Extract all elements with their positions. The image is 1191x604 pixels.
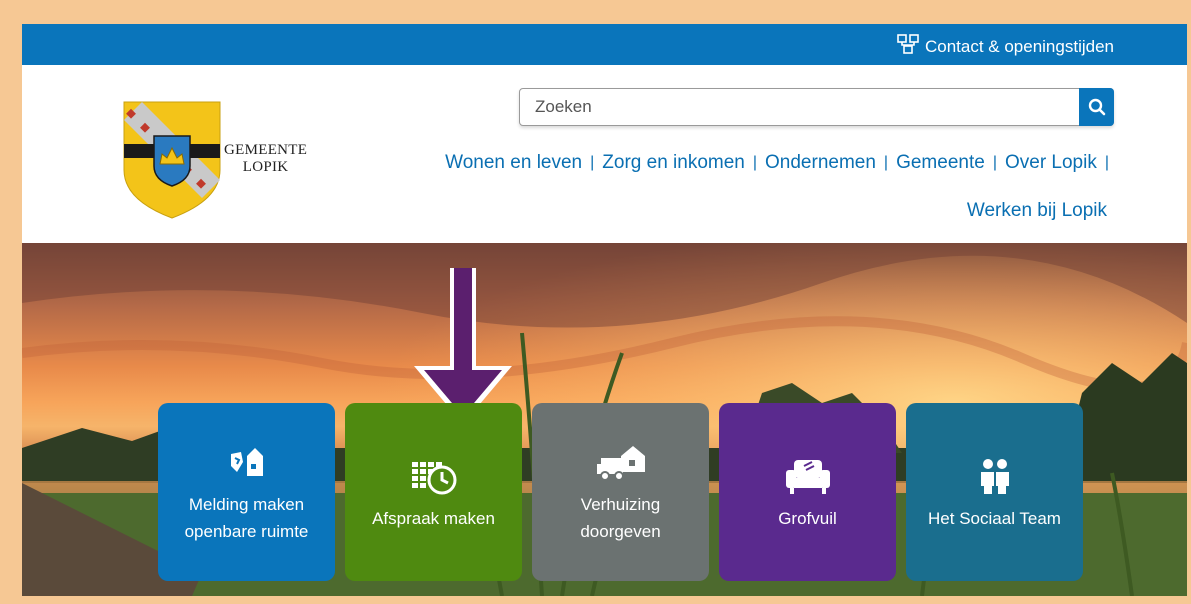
nav-item-ondernemen[interactable]: Ondernemen [765, 152, 876, 174]
logo-line-2: LOPIK [242, 159, 289, 175]
nav-item-werken[interactable]: Werken bij Lopik [967, 200, 1107, 222]
search-input[interactable] [520, 89, 1079, 125]
report-icon [230, 448, 263, 476]
tile-grofvuil[interactable]: Grofvuil [719, 403, 896, 581]
nav-separator: | [1104, 154, 1109, 171]
calendar-clock-icon [411, 461, 456, 494]
logo-line-1: GEMEENTE [224, 142, 308, 158]
tile-label: Verhuizing doorgeven [580, 495, 661, 541]
armchair-icon [785, 459, 830, 494]
search-box [519, 88, 1114, 126]
nav-separator: | [752, 154, 758, 171]
main-navigation: Wonen en leven | Zorg en inkomen | Onderne… [445, 152, 1117, 174]
tile-afspraak[interactable]: Afspraak maken [345, 403, 522, 581]
nav-item-gemeente[interactable]: Gemeente [896, 152, 985, 174]
nav-separator: | [992, 154, 997, 171]
coat-of-arms-icon [123, 101, 221, 219]
contact-link[interactable]: Contact & openingstijden [897, 34, 1114, 59]
contact-icon [897, 34, 919, 59]
municipality-logo[interactable]: GEMEENTE LOPIK [122, 100, 332, 220]
nav-item-over-lopik[interactable]: Over Lopik [1005, 152, 1097, 174]
nav-separator: | [590, 154, 595, 171]
nav-item-wonen[interactable]: Wonen en leven [445, 152, 582, 174]
search-icon [1088, 98, 1105, 116]
contact-label: Contact & openingstijden [924, 36, 1114, 56]
tile-label: Afspraak maken [372, 508, 495, 528]
search-button[interactable] [1079, 88, 1114, 126]
tile-label: Grofvuil [778, 508, 837, 528]
nav-separator: | [883, 154, 889, 171]
quick-links: Melding maken openbare ruimte Afspraak m… [158, 403, 1083, 581]
moving-truck-icon [596, 446, 645, 481]
nav-item-zorg[interactable]: Zorg en inkomen [602, 152, 745, 174]
top-bar: Contact & openingstijden [22, 24, 1187, 65]
tile-label: Het Sociaal Team [928, 508, 1061, 528]
team-icon [980, 458, 1009, 494]
tile-verhuizing[interactable]: Verhuizing doorgeven [532, 403, 709, 581]
browser-viewport: Contact & openingstijden GEMEENTE LOPIK [22, 24, 1187, 596]
tile-sociaal-team[interactable]: Het Sociaal Team [906, 403, 1083, 581]
tile-melding[interactable]: Melding maken openbare ruimte [158, 403, 335, 581]
tile-label: Melding maken openbare ruimte [184, 495, 309, 541]
logo-text: GEMEENTE LOPIK [224, 142, 307, 176]
